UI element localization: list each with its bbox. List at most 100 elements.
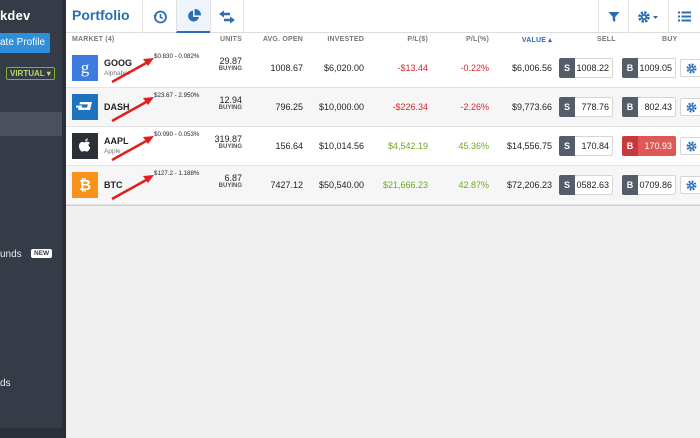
google-logo-icon: g xyxy=(72,55,98,81)
sell-price[interactable]: 1008.22 xyxy=(575,58,613,78)
col-units[interactable]: UNITS xyxy=(218,36,242,48)
avg-open-value: 156.64 xyxy=(275,141,303,151)
annotation-arrow-icon xyxy=(111,97,154,123)
annotation-arrow-icon xyxy=(111,175,154,201)
list-view-icon xyxy=(678,11,691,22)
price-change: $0.090 - 0.053% xyxy=(154,131,200,138)
gear-dropdown-icon xyxy=(637,10,658,23)
gear-icon xyxy=(685,62,697,74)
bitcoin-logo-icon: ₿ xyxy=(72,172,98,198)
page-title: Portfolio xyxy=(72,7,130,23)
price-change: $0.830 - 0.082% xyxy=(154,53,200,60)
current-value: $14,556.75 xyxy=(506,141,552,151)
pl-pct-value: 42.87% xyxy=(458,180,489,190)
tab-transactions[interactable] xyxy=(210,0,244,33)
svg-text:₿: ₿ xyxy=(79,176,91,194)
table-row[interactable]: g GOOG Alphabet $0.830 - 0.082% 29.87 BUY… xyxy=(66,49,700,88)
invested-value: $10,000.00 xyxy=(318,102,364,112)
pl-usd-value: -$226.34 xyxy=(392,102,428,112)
pl-usd-value: -$13.44 xyxy=(397,63,428,73)
col-sell: SELL xyxy=(597,36,616,43)
annotation-arrow-icon xyxy=(111,136,154,162)
col-market[interactable]: MARKET (4) xyxy=(72,36,114,48)
row-settings-button[interactable] xyxy=(680,59,700,77)
buy-button[interactable]: B xyxy=(622,136,638,156)
units-value: 6.87 BUYING xyxy=(218,173,242,190)
history-icon xyxy=(153,10,167,23)
current-value: $6,006.56 xyxy=(511,63,552,73)
sell-button[interactable]: S xyxy=(559,175,575,195)
col-pl-usd[interactable]: P/L($) xyxy=(396,36,428,48)
svg-text:g: g xyxy=(81,59,90,77)
pl-pct-value: -2.26% xyxy=(460,102,489,112)
filter-button[interactable] xyxy=(598,0,628,33)
account-mode-dropdown[interactable]: VIRTUAL ▾ xyxy=(6,67,55,80)
buy-button[interactable]: B xyxy=(622,58,638,78)
buy-price[interactable]: 0709.86 xyxy=(638,175,676,195)
sell-button[interactable]: S xyxy=(559,136,575,156)
buy-price[interactable]: 802.43 xyxy=(638,97,676,117)
tab-allocation[interactable] xyxy=(176,0,210,33)
col-avg-open[interactable]: AVG. OPEN xyxy=(256,36,303,48)
buy-price[interactable]: 170.93 xyxy=(638,136,676,156)
sell-button[interactable]: S xyxy=(559,97,575,117)
apple-logo-icon xyxy=(72,133,98,159)
col-pl-pct[interactable]: P/L(%) xyxy=(461,36,489,48)
units-side: BUYING xyxy=(218,66,242,72)
username: kdev xyxy=(0,8,31,23)
col-value[interactable]: VALUE ▴ xyxy=(518,36,552,48)
annotation-arrow-icon xyxy=(111,58,154,84)
table-row[interactable]: ₿ BTC $127.2 - 1.188% 6.87 BUYING 7427.12… xyxy=(66,166,700,205)
transfer-arrows-icon xyxy=(219,10,235,23)
sidebar-item-portfolio[interactable] xyxy=(0,112,62,136)
price-change: $127.2 - 1.188% xyxy=(154,170,200,177)
buy-price[interactable]: 1009.05 xyxy=(638,58,676,78)
col-invested[interactable]: INVESTED xyxy=(316,36,364,48)
table-row[interactable]: AAPL Apple $0.090 - 0.053% 319.87 BUYING … xyxy=(66,127,700,166)
row-settings-button[interactable] xyxy=(680,176,700,194)
row-settings-button[interactable] xyxy=(680,137,700,155)
current-value: $9,773.66 xyxy=(511,102,552,112)
buy-button[interactable]: B xyxy=(622,175,638,195)
avg-open-value: 1008.67 xyxy=(270,63,303,73)
invested-value: $50,540.00 xyxy=(318,180,364,190)
sidebar-item-funds[interactable]: unds xyxy=(0,249,22,260)
invested-value: $6,020.00 xyxy=(323,63,364,73)
units-side: BUYING xyxy=(218,144,242,150)
filter-icon xyxy=(608,11,619,22)
units-value: 29.87 BUYING xyxy=(218,56,242,73)
units-side: BUYING xyxy=(218,105,242,111)
pl-pct-value: 45.36% xyxy=(458,141,489,151)
current-value: $72,206.23 xyxy=(506,180,552,190)
units-value: 12.94 BUYING xyxy=(218,95,242,112)
table-row[interactable]: DASH $23.67 - 2.950% 12.94 BUYING 796.25 … xyxy=(66,88,700,127)
portfolio-panel: Portfolio MARKET (4) UNITS AVG. OPEN INV… xyxy=(66,0,700,206)
gear-icon xyxy=(685,140,697,152)
dash-logo-icon xyxy=(72,94,98,120)
sell-button[interactable]: S xyxy=(559,58,575,78)
pie-chart-icon xyxy=(187,8,201,21)
sidebar: kdev ate Profile VIRTUAL ▾ unds NEW ds xyxy=(0,0,62,438)
settings-dropdown-button[interactable] xyxy=(628,0,668,33)
buy-button[interactable]: B xyxy=(622,97,638,117)
pl-pct-value: -0.22% xyxy=(460,63,489,73)
pl-usd-value: $4,542.19 xyxy=(387,141,428,151)
units-value: 319.87 BUYING xyxy=(214,134,242,151)
sidebar-item-other[interactable]: ds xyxy=(0,378,11,389)
sell-price[interactable]: 0582.63 xyxy=(575,175,613,195)
sidebar-footer xyxy=(0,428,62,438)
col-buy: BUY xyxy=(662,36,678,43)
gear-icon xyxy=(685,101,697,113)
sell-price[interactable]: 170.84 xyxy=(575,136,613,156)
avg-open-value: 7427.12 xyxy=(270,180,303,190)
gear-icon xyxy=(685,179,697,191)
sell-price[interactable]: 778.76 xyxy=(575,97,613,117)
avg-open-value: 796.25 xyxy=(275,102,303,112)
row-settings-button[interactable] xyxy=(680,98,700,116)
create-profile-button[interactable]: ate Profile xyxy=(0,33,50,53)
price-change: $23.67 - 2.950% xyxy=(154,92,200,99)
tab-history[interactable] xyxy=(142,0,176,33)
pl-usd-value: $21,666.23 xyxy=(382,180,428,190)
list-view-button[interactable] xyxy=(668,0,700,33)
invested-value: $10,014.56 xyxy=(318,141,364,151)
